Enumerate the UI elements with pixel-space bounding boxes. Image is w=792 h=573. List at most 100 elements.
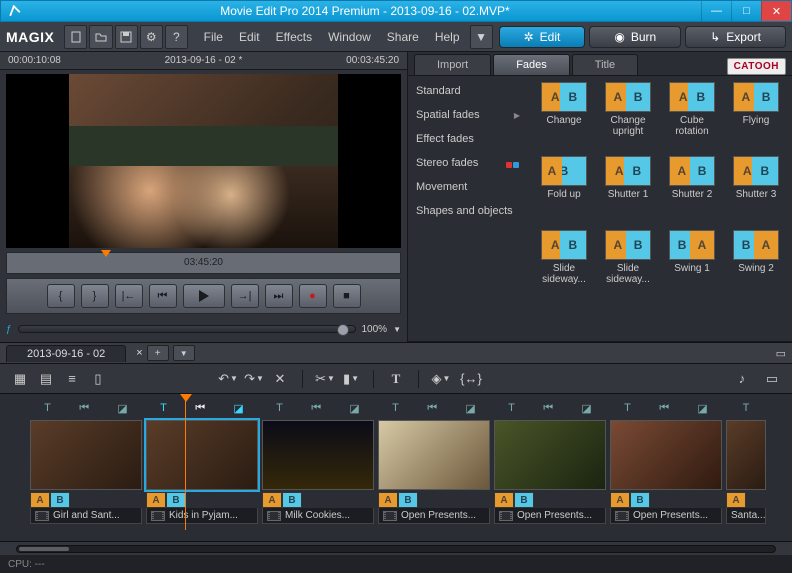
- cut-button[interactable]: ✂▼: [313, 368, 337, 390]
- transition-a-icon[interactable]: A: [610, 492, 630, 508]
- transition-b-icon[interactable]: B: [514, 492, 534, 508]
- clip-item[interactable]: T A Santa...: [726, 398, 766, 524]
- tab-dropdown-button[interactable]: ▼: [173, 345, 195, 361]
- audio-icon[interactable]: ⏮: [195, 402, 205, 415]
- storyboard-view-icon[interactable]: ▦: [8, 368, 32, 390]
- clip-item[interactable]: T⏮◪ AB Open Presents...: [378, 398, 490, 524]
- transition-a-icon[interactable]: A: [494, 492, 514, 508]
- transition-a-icon[interactable]: A: [262, 492, 282, 508]
- clip-thumbnail[interactable]: [262, 420, 374, 490]
- audio-icon[interactable]: ⏮: [427, 402, 437, 415]
- record-button[interactable]: ●: [299, 284, 327, 308]
- save-project-icon[interactable]: [115, 25, 138, 49]
- title-icon[interactable]: T: [508, 402, 515, 414]
- context-help-icon[interactable]: ?: [165, 25, 188, 49]
- catooh-button[interactable]: CATOOH: [727, 58, 786, 75]
- cat-stereo[interactable]: Stereo fades: [412, 156, 524, 170]
- range-start-button[interactable]: {: [47, 284, 75, 308]
- fade-item[interactable]: ABSlide sideway...: [598, 230, 658, 300]
- cat-spatial[interactable]: Spatial fades▶: [412, 108, 524, 122]
- preview-video[interactable]: [6, 74, 401, 248]
- mixer-icon[interactable]: ♪: [730, 368, 754, 390]
- title-button[interactable]: T: [384, 368, 408, 390]
- playhead-icon[interactable]: [180, 394, 192, 402]
- menu-dropdown-icon[interactable]: ▼: [470, 25, 493, 49]
- clip-item[interactable]: T⏮◪ AB Kids in Pyjam...: [146, 398, 258, 524]
- fade-item[interactable]: ABShutter 1: [598, 156, 658, 226]
- next-edit-button[interactable]: →|: [231, 284, 259, 308]
- group-button[interactable]: {↔}: [459, 368, 483, 390]
- title-icon[interactable]: T: [624, 402, 631, 414]
- title-icon[interactable]: T: [276, 402, 283, 414]
- fade-item[interactable]: BASwing 1: [662, 230, 722, 300]
- undo-button[interactable]: ↶▼: [216, 368, 240, 390]
- title-icon[interactable]: T: [743, 402, 750, 414]
- transition-a-icon[interactable]: A: [726, 492, 746, 508]
- transition-b-icon[interactable]: B: [398, 492, 418, 508]
- multicam-view-icon[interactable]: ▯: [86, 368, 110, 390]
- tab-fades[interactable]: Fades: [493, 54, 570, 75]
- transition-a-icon[interactable]: A: [30, 492, 50, 508]
- audio-icon[interactable]: ⏮: [659, 402, 669, 415]
- tab-title[interactable]: Title: [572, 54, 638, 75]
- audio-icon[interactable]: ⏮: [543, 402, 553, 415]
- fx-toggle-icon[interactable]: ƒ: [6, 324, 12, 335]
- go-start-button[interactable]: ⏮: [149, 284, 177, 308]
- title-icon[interactable]: T: [392, 402, 399, 414]
- horizontal-scrollbar[interactable]: [16, 545, 776, 553]
- fx-icon[interactable]: ◪: [117, 402, 127, 415]
- play-button[interactable]: [183, 284, 225, 308]
- clip-item[interactable]: T⏮◪ AB Open Presents...: [610, 398, 722, 524]
- stop-button[interactable]: ■: [333, 284, 361, 308]
- fx-icon[interactable]: ◪: [465, 402, 475, 415]
- fx-icon[interactable]: ◪: [581, 402, 591, 415]
- cat-standard[interactable]: Standard: [412, 84, 524, 98]
- fade-item[interactable]: ABSlide sideway...: [534, 230, 594, 300]
- fx-icon[interactable]: ◪: [349, 402, 359, 415]
- redo-button[interactable]: ↷▼: [242, 368, 266, 390]
- playhead-marker-icon[interactable]: [101, 250, 111, 257]
- fade-item[interactable]: BAFold up: [534, 156, 594, 226]
- preview-ruler[interactable]: 03:45:20: [6, 252, 401, 274]
- new-project-icon[interactable]: [64, 25, 87, 49]
- zoom-dropdown-icon[interactable]: ▼: [393, 325, 401, 334]
- menu-share[interactable]: Share: [379, 30, 427, 44]
- fx-icon[interactable]: ◪: [697, 402, 707, 415]
- transition-b-icon[interactable]: B: [630, 492, 650, 508]
- menu-file[interactable]: File: [196, 30, 231, 44]
- timeline-tab[interactable]: 2013-09-16 - 02: [6, 345, 126, 362]
- marker-button[interactable]: ◈▼: [429, 368, 453, 390]
- menu-edit[interactable]: Edit: [231, 30, 268, 44]
- close-tab-icon[interactable]: ×: [136, 347, 142, 359]
- clip-thumbnail[interactable]: [378, 420, 490, 490]
- close-button[interactable]: ✕: [761, 1, 791, 21]
- minimize-button[interactable]: —: [701, 1, 731, 21]
- transition-a-icon[interactable]: A: [146, 492, 166, 508]
- fade-item[interactable]: ABShutter 3: [726, 156, 786, 226]
- transition-b-icon[interactable]: B: [166, 492, 186, 508]
- clip-item[interactable]: T⏮◪ AB Milk Cookies...: [262, 398, 374, 524]
- prev-edit-button[interactable]: |←: [115, 284, 143, 308]
- fade-item[interactable]: ABChange: [534, 82, 594, 152]
- settings-icon[interactable]: ⚙: [140, 25, 163, 49]
- clip-item[interactable]: T⏮◪ AB Girl and Sant...: [30, 398, 142, 524]
- trim-button[interactable]: ▮▼: [339, 368, 363, 390]
- scene-view-icon[interactable]: ▤: [34, 368, 58, 390]
- transition-b-icon[interactable]: B: [50, 492, 70, 508]
- menu-effects[interactable]: Effects: [268, 30, 320, 44]
- clip-item[interactable]: T⏮◪ AB Open Presents...: [494, 398, 606, 524]
- cat-effect[interactable]: Effect fades: [412, 132, 524, 146]
- mode-edit-button[interactable]: ✲ Edit: [499, 26, 586, 48]
- timeline-menu-icon[interactable]: ▭: [776, 347, 786, 360]
- open-project-icon[interactable]: [89, 25, 112, 49]
- delete-button[interactable]: ✕: [268, 368, 292, 390]
- fade-item[interactable]: BASwing 2: [726, 230, 786, 300]
- clip-thumbnail[interactable]: [30, 420, 142, 490]
- cat-movement[interactable]: Movement: [412, 180, 524, 194]
- tab-import[interactable]: Import: [414, 54, 491, 75]
- fade-item[interactable]: ABChange upright: [598, 82, 658, 152]
- timeline-settings-icon[interactable]: ▭: [760, 368, 784, 390]
- clip-thumbnail[interactable]: [726, 420, 766, 490]
- menu-window[interactable]: Window: [320, 30, 379, 44]
- clip-thumbnail[interactable]: [146, 420, 258, 490]
